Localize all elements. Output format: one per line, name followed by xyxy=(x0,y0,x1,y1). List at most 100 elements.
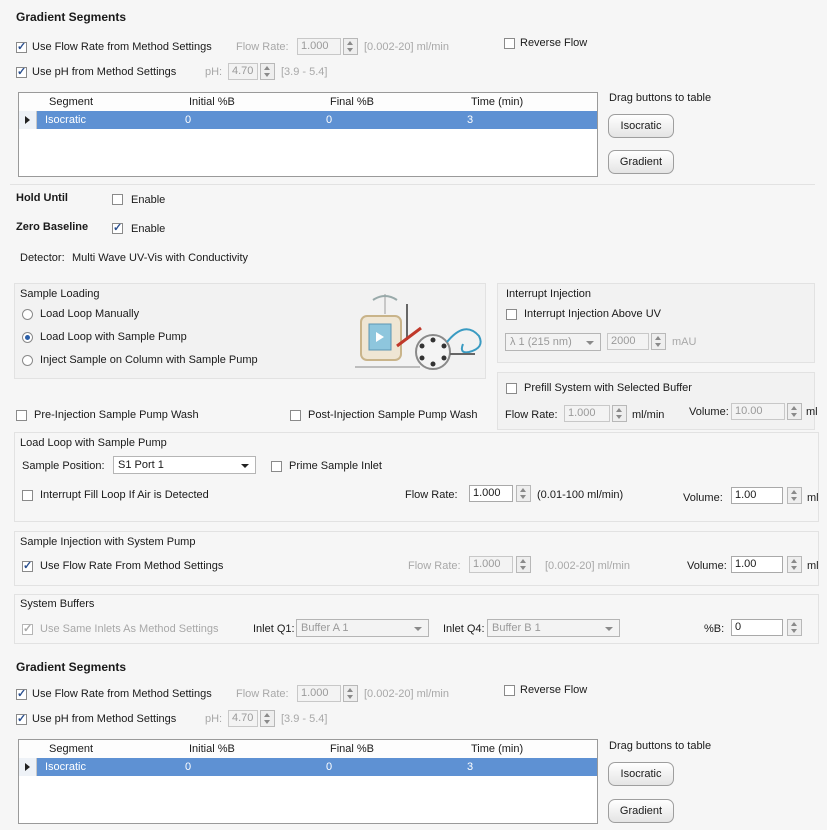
interrupt-injection-label: Interrupt Injection Above UV xyxy=(524,308,661,320)
flow-rate-input[interactable]: 1.000 xyxy=(297,38,341,55)
uv-threshold-spin-icon[interactable] xyxy=(651,333,666,350)
reverse-flow-label: Reverse Flow xyxy=(520,37,588,49)
interrupt-injection-checkbox[interactable] xyxy=(506,309,517,320)
ph-spin-icon[interactable] xyxy=(260,63,275,80)
ph-input[interactable]: 4.70 xyxy=(228,63,258,80)
cell-initial-b-2: 0 xyxy=(185,761,192,773)
flow-rate-label-2: Flow Rate: xyxy=(236,688,289,700)
load-flow-input[interactable]: 1.000 xyxy=(469,485,513,502)
load-flow-spin-icon[interactable] xyxy=(516,485,531,502)
prefill-volume-unit: ml xyxy=(806,406,818,418)
table-row[interactable]: Isocratic 0 0 3 xyxy=(19,758,597,776)
segments-table-2[interactable]: Segment Initial %B Final %B Time (min) I… xyxy=(18,739,598,824)
zero-baseline-label: Zero Baseline xyxy=(16,221,89,233)
use-ph-checkbox-2[interactable] xyxy=(16,712,27,725)
col-segment: Segment xyxy=(49,96,94,108)
prefill-volume-label: Volume: xyxy=(689,406,729,418)
gradient-segments-title: Gradient Segments xyxy=(16,10,127,24)
percent-b-input[interactable]: 0 xyxy=(731,619,783,636)
percent-b-label: %B: xyxy=(704,623,725,635)
segments-table-header: Segment Initial %B Final %B Time (min) xyxy=(19,93,597,112)
dropdown-arrow-icon xyxy=(605,627,613,631)
radio-load-loop-sample-pump[interactable] xyxy=(22,332,33,343)
load-loop-title: Load Loop with Sample Pump xyxy=(20,437,167,449)
load-volume-input[interactable]: 1.00 xyxy=(731,487,783,504)
radio-load-loop-manually[interactable] xyxy=(22,309,33,320)
pre-injection-wash-checkbox[interactable] xyxy=(16,410,27,421)
isocratic-button[interactable]: Isocratic xyxy=(608,114,674,138)
sample-injection-title: Sample Injection with System Pump xyxy=(20,536,196,548)
prefill-volume-input[interactable]: 10.00 xyxy=(731,403,785,420)
table-row[interactable]: Isocratic 0 0 3 xyxy=(19,111,597,129)
reverse-flow-checkbox[interactable] xyxy=(504,38,515,49)
inlet-q4-label: Inlet Q4: xyxy=(443,623,485,635)
injection-volume-spin-icon[interactable] xyxy=(787,556,802,573)
isocratic-button-2[interactable]: Isocratic xyxy=(608,762,674,786)
col-initial-b: Initial %B xyxy=(189,96,235,108)
prefill-volume-spin-icon[interactable] xyxy=(787,403,802,420)
cell-final-b: 0 xyxy=(326,114,333,126)
sample-position-select[interactable]: S1 Port 1 xyxy=(113,456,256,474)
hold-until-checkbox[interactable] xyxy=(112,194,123,205)
ph-input-2[interactable]: 4.70 xyxy=(228,710,258,727)
reverse-flow-label-2: Reverse Flow xyxy=(520,684,588,696)
gradient-button-2[interactable]: Gradient xyxy=(608,799,674,823)
row-selector-icon[interactable] xyxy=(19,111,37,129)
radio-inject-sample-column[interactable] xyxy=(22,355,33,366)
cell-segment: Isocratic xyxy=(45,114,86,126)
gradient-button[interactable]: Gradient xyxy=(608,150,674,174)
sample-loading-title: Sample Loading xyxy=(20,288,100,300)
drag-buttons-label: Drag buttons to table xyxy=(609,92,712,104)
separator xyxy=(10,184,815,185)
injection-flow-input[interactable]: 1.000 xyxy=(469,556,513,573)
use-flow-method-checkbox[interactable] xyxy=(22,559,33,572)
detector-value: Multi Wave UV-Vis with Conductivity xyxy=(72,252,249,264)
prefill-flow-spin-icon[interactable] xyxy=(612,405,627,422)
prime-sample-inlet-checkbox[interactable] xyxy=(271,461,282,472)
post-injection-wash-checkbox[interactable] xyxy=(290,410,301,421)
ph-spin-icon-2[interactable] xyxy=(260,710,275,727)
ph-label: pH: xyxy=(205,66,223,78)
interrupt-fill-loop-checkbox[interactable] xyxy=(22,490,33,501)
flow-rate-spin-icon[interactable] xyxy=(343,38,358,55)
ph-label-2: pH: xyxy=(205,713,223,725)
percent-b-spin-icon[interactable] xyxy=(787,619,802,636)
dropdown-arrow-icon xyxy=(586,341,594,345)
inlet-q4-select[interactable]: Buffer B 1 xyxy=(487,619,620,637)
injection-flow-range: [0.002-20] ml/min xyxy=(545,560,630,572)
wavelength-select[interactable]: λ 1 (215 nm) xyxy=(505,333,601,351)
load-flow-label: Flow Rate: xyxy=(405,489,458,501)
use-ph-checkbox[interactable] xyxy=(16,65,27,78)
uv-threshold-unit: mAU xyxy=(672,336,697,348)
prefill-flow-input[interactable]: 1.000 xyxy=(564,405,610,422)
load-flow-range: (0.01-100 ml/min) xyxy=(537,489,624,501)
col-time-2: Time (min) xyxy=(471,743,524,755)
prefill-group xyxy=(497,372,815,430)
injection-flow-spin-icon[interactable] xyxy=(516,556,531,573)
row-selector-icon[interactable] xyxy=(19,758,37,776)
prefill-label: Prefill System with Selected Buffer xyxy=(524,382,692,394)
flow-rate-input-2[interactable]: 1.000 xyxy=(297,685,341,702)
inlet-q1-select[interactable]: Buffer A 1 xyxy=(296,619,429,637)
load-volume-spin-icon[interactable] xyxy=(787,487,802,504)
detector-label: Detector: xyxy=(20,252,65,264)
same-inlets-checkbox[interactable] xyxy=(22,622,33,635)
ph-range: [3.9 - 5.4] xyxy=(281,66,328,78)
col-time: Time (min) xyxy=(471,96,524,108)
radio-load-loop-sample-pump-label: Load Loop with Sample Pump xyxy=(40,331,187,343)
flow-rate-spin-icon-2[interactable] xyxy=(343,685,358,702)
use-flow-rate-checkbox-2[interactable] xyxy=(16,687,27,700)
use-ph-label: Use pH from Method Settings xyxy=(32,66,177,78)
zero-baseline-checkbox[interactable] xyxy=(112,221,123,234)
col-segment-2: Segment xyxy=(49,743,94,755)
flow-rate-label: Flow Rate: xyxy=(236,41,289,53)
col-final-b-2: Final %B xyxy=(330,743,375,755)
uv-threshold-input[interactable]: 2000 xyxy=(607,333,649,350)
injection-volume-input[interactable]: 1.00 xyxy=(731,556,783,573)
segments-table[interactable]: Segment Initial %B Final %B Time (min) I… xyxy=(18,92,598,177)
segments-table-header-2: Segment Initial %B Final %B Time (min) xyxy=(19,740,597,759)
prefill-checkbox[interactable] xyxy=(506,383,517,394)
reverse-flow-checkbox-2[interactable] xyxy=(504,685,515,696)
flow-rate-range: [0.002-20] ml/min xyxy=(364,41,449,53)
use-flow-rate-checkbox[interactable] xyxy=(16,40,27,53)
